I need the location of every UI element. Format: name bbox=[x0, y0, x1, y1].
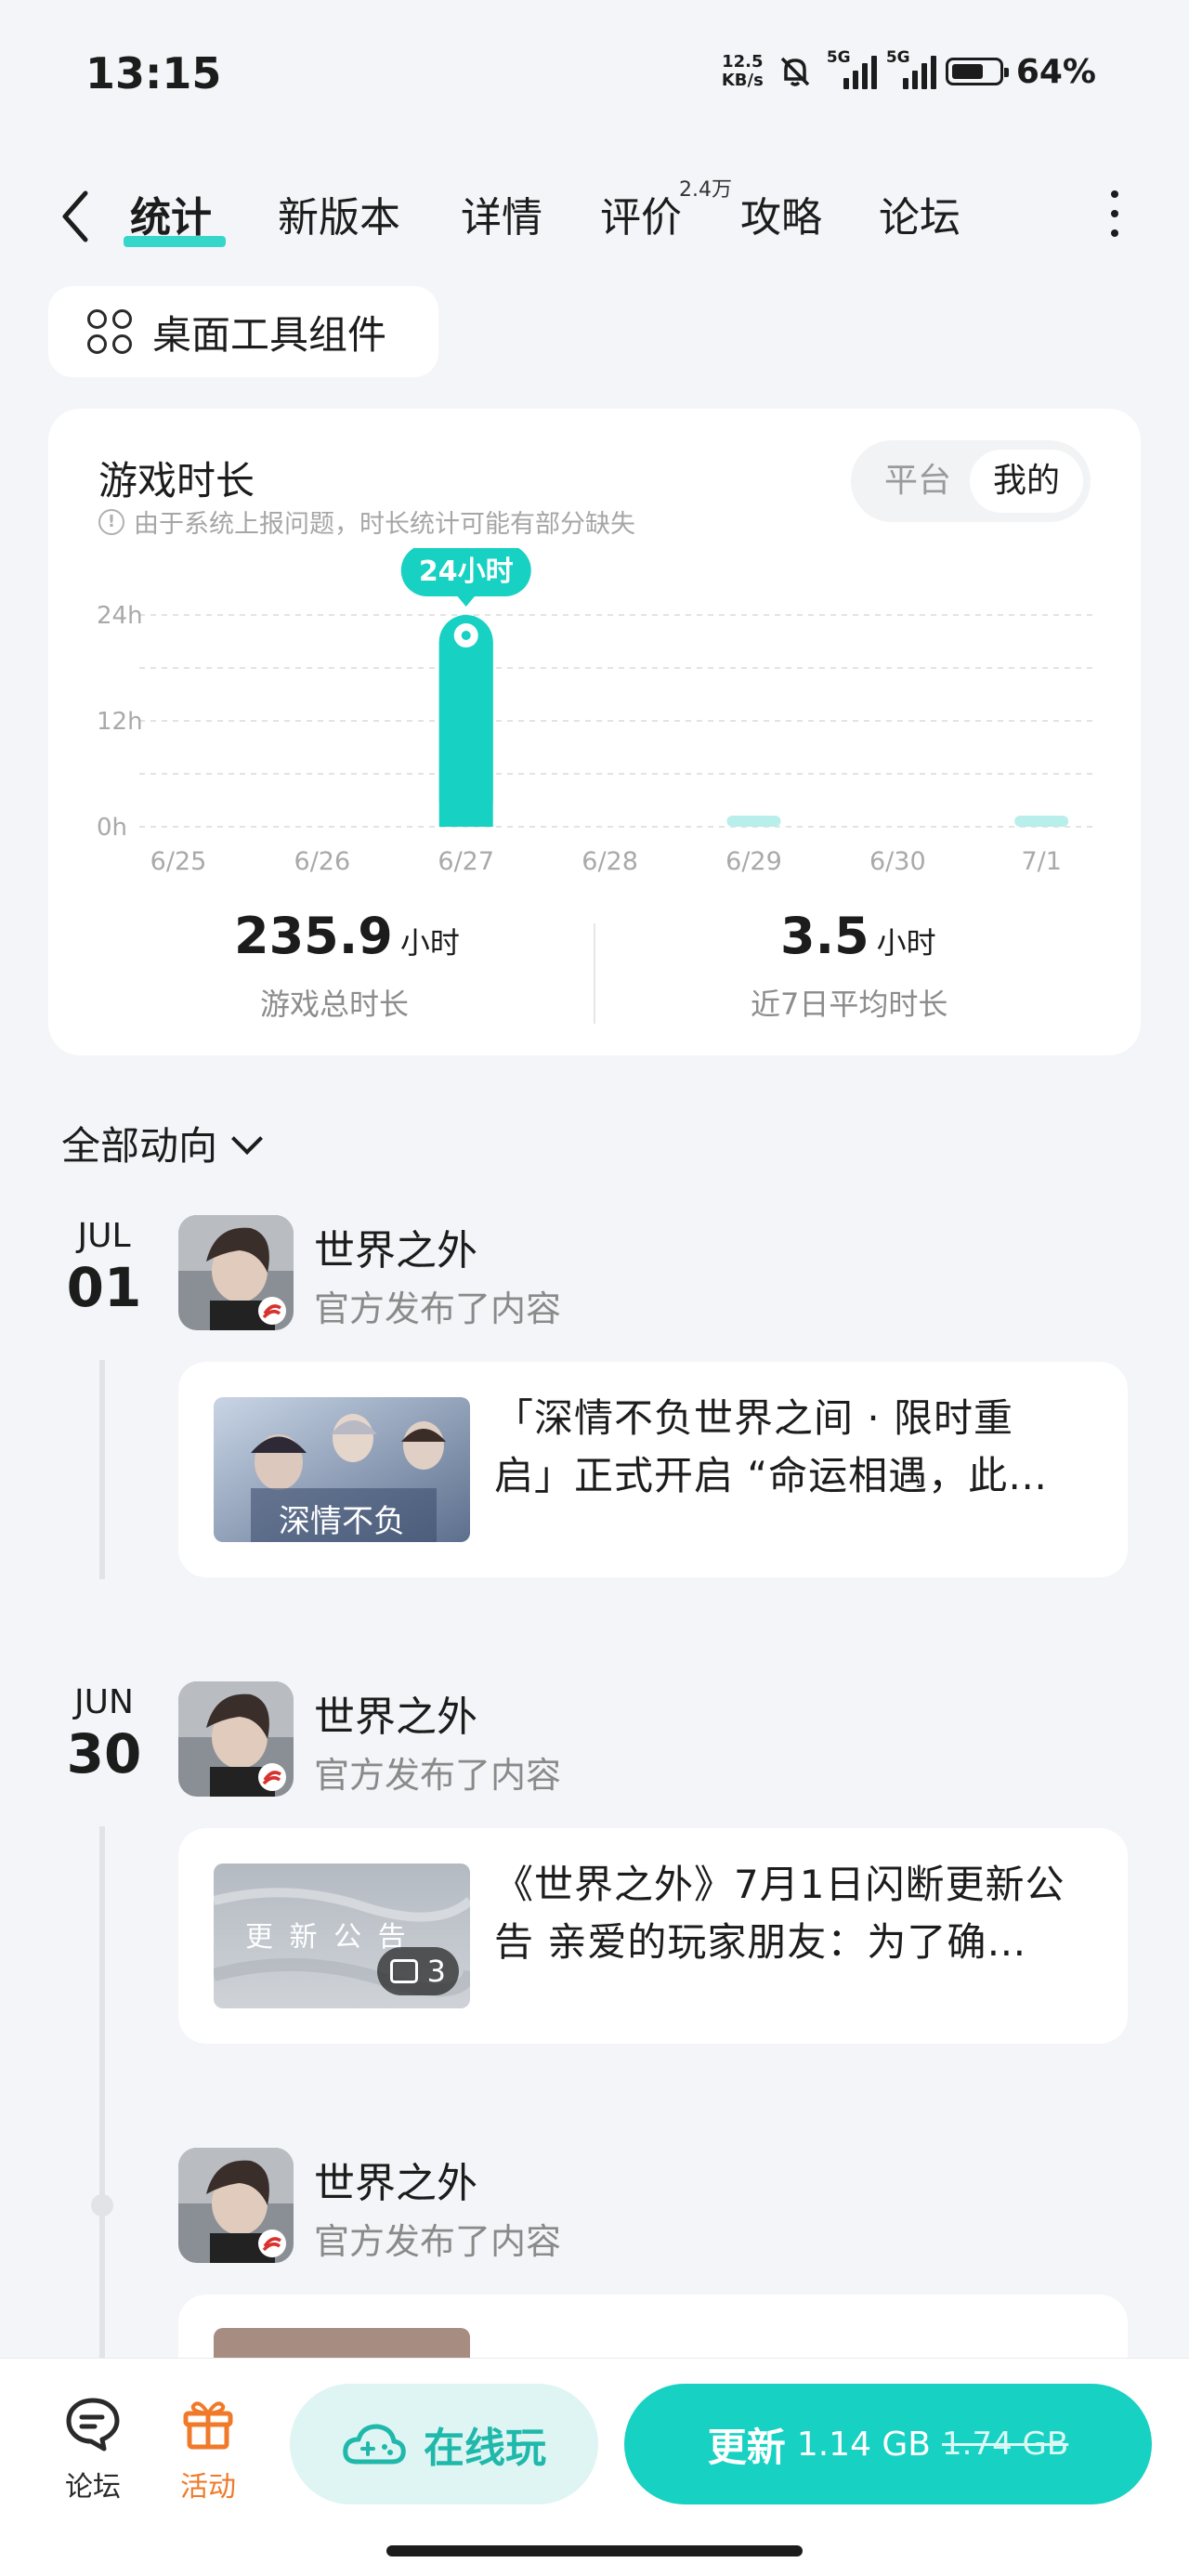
nav-activity-label: 活动 bbox=[180, 2471, 236, 2504]
y-tick-label: 12h bbox=[97, 708, 143, 736]
desktop-widget-button[interactable]: 桌面工具组件 bbox=[48, 286, 438, 377]
avg-playtime: 3.5 小时 bbox=[780, 907, 936, 965]
info-icon: ! bbox=[98, 508, 124, 535]
publisher-badge-icon bbox=[258, 2229, 286, 2257]
post-thumbnail bbox=[214, 2328, 470, 2358]
playtime-chart: 24h 12h 0h 6/25 6/26 6/27 24小时 6/28 6/29 6/30 7/1 bbox=[97, 548, 1098, 876]
battery-icon bbox=[945, 58, 1009, 85]
net-speed: 12.5 KB/s bbox=[721, 52, 764, 90]
tooltip-pointer bbox=[456, 595, 476, 607]
image-icon bbox=[389, 1959, 418, 1983]
status-time: 13:15 bbox=[85, 48, 222, 98]
total-playtime-value: 235.9 bbox=[234, 907, 393, 965]
entry-name[interactable]: 世界之外 bbox=[314, 2150, 477, 2209]
timeline-line bbox=[99, 1360, 105, 1579]
battery-percent: 64% bbox=[1015, 52, 1096, 91]
entry-day: 01 bbox=[66, 1256, 142, 1319]
toggle-mine[interactable]: 我的 bbox=[970, 450, 1083, 513]
status-icons: 12.5 KB/s 5G 5G 64% bbox=[721, 48, 1096, 93]
feed-filter-dropdown[interactable]: 全部动向 bbox=[61, 1115, 263, 1171]
total-playtime: 235.9 小时 bbox=[234, 907, 460, 965]
bar bbox=[726, 816, 781, 827]
post-thumbnail: 更 新 公 告 3 bbox=[214, 1863, 470, 2008]
post-card[interactable]: 深情不负 「深情不负世界之间 · 限时重 启」正式开启 “命运相遇，此… bbox=[178, 1362, 1128, 1577]
signal-sim1-icon: 5G bbox=[827, 48, 877, 89]
chevron-down-icon bbox=[231, 1122, 263, 1155]
publisher-badge-icon bbox=[258, 1297, 286, 1325]
x-tick-label: 6/28 bbox=[581, 847, 638, 876]
post-text: 「深情不负世界之间 · 限时重 启」正式开启 “命运相遇，此… bbox=[494, 1395, 1049, 1498]
toggle-platform[interactable]: 平台 bbox=[864, 450, 972, 513]
image-count-badge: 3 bbox=[376, 1947, 459, 1995]
avg-playtime-unit: 小时 bbox=[876, 925, 936, 961]
entry-sub: 官方发布了内容 bbox=[314, 1755, 562, 1796]
forum-chat-icon bbox=[66, 2398, 120, 2452]
y-tick-label: 24h bbox=[97, 602, 143, 630]
stat-divider bbox=[594, 923, 595, 1024]
playtime-note: ! 由于系统上报问题，时长统计可能有部分缺失 bbox=[98, 503, 635, 540]
post-card[interactable]: 更 新 公 告 3 《世界之外》7月1日闪断更新公 告 亲爱的玩家朋友：为了确… bbox=[178, 1828, 1128, 2044]
back-arrow-icon[interactable] bbox=[52, 184, 98, 249]
y-tick-label: 0h bbox=[97, 814, 127, 842]
bar bbox=[1014, 816, 1069, 827]
tab-forum[interactable]: 论坛 bbox=[879, 184, 960, 243]
thumb-caption: 更 新 公 告 bbox=[245, 1921, 410, 1954]
timeline-line bbox=[99, 1826, 105, 2358]
tab-stats[interactable]: 统计 bbox=[130, 184, 212, 243]
x-tick-label: 6/26 bbox=[294, 847, 351, 876]
thumb-caption: 深情不负 bbox=[279, 1503, 405, 1540]
post-card[interactable] bbox=[178, 2295, 1128, 2358]
update-old-size: 1.74 GB bbox=[942, 2426, 1069, 2463]
gift-icon bbox=[183, 2401, 233, 2450]
x-tick-label: 6/30 bbox=[869, 847, 926, 876]
update-label: 更新 bbox=[707, 2424, 786, 2470]
total-playtime-label: 游戏总时长 bbox=[260, 987, 410, 1022]
avg-playtime-value: 3.5 bbox=[780, 907, 869, 965]
entry-name[interactable]: 世界之外 bbox=[314, 1683, 477, 1743]
x-tick-label: 6/25 bbox=[150, 847, 207, 876]
more-menu-icon[interactable] bbox=[1105, 190, 1124, 237]
gamepad-cloud-icon bbox=[343, 2424, 406, 2465]
review-count: 2.4万 bbox=[679, 178, 732, 202]
entry-month: JUN bbox=[74, 1683, 134, 1721]
nav-forum[interactable] bbox=[63, 2395, 123, 2458]
total-playtime-unit: 小时 bbox=[399, 925, 460, 961]
avg-playtime-label: 近7日平均时长 bbox=[751, 987, 948, 1022]
nav-forum-label: 论坛 bbox=[65, 2471, 121, 2504]
tab-details[interactable]: 详情 bbox=[461, 184, 542, 243]
publisher-badge-icon bbox=[258, 1763, 286, 1791]
tab-new-version[interactable]: 新版本 bbox=[278, 184, 400, 243]
nav-activity[interactable] bbox=[178, 2393, 238, 2456]
x-tick-label: 6/29 bbox=[725, 847, 782, 876]
tooltip-label: 24小时 bbox=[419, 556, 514, 588]
bar-marker-dot bbox=[461, 631, 471, 640]
signal-sim2-icon: 5G bbox=[886, 48, 936, 89]
timeline-dot bbox=[91, 2194, 113, 2216]
feed-filter-label: 全部动向 bbox=[61, 1123, 218, 1169]
update-size: 1.14 GB bbox=[796, 2425, 932, 2464]
entry-sub: 官方发布了内容 bbox=[314, 2221, 562, 2262]
home-indicator[interactable] bbox=[386, 2545, 803, 2556]
tab-guides[interactable]: 攻略 bbox=[740, 184, 822, 243]
tab-reviews[interactable]: 评价 bbox=[600, 184, 682, 243]
update-button[interactable]: 更新 1.14 GB 1.74 GB bbox=[624, 2384, 1152, 2504]
post-thumbnail: 深情不负 bbox=[214, 1397, 470, 1542]
entry-day: 30 bbox=[66, 1722, 142, 1785]
x-tick-label: 6/27 bbox=[438, 847, 494, 876]
play-online-button[interactable]: 在线玩 bbox=[290, 2384, 598, 2504]
bar bbox=[438, 641, 493, 827]
play-online-label: 在线玩 bbox=[424, 2425, 546, 2472]
entry-sub: 官方发布了内容 bbox=[314, 1288, 562, 1329]
x-tick-label: 7/1 bbox=[1021, 847, 1061, 876]
widgets-icon bbox=[87, 309, 132, 354]
entry-month: JUL bbox=[77, 1217, 131, 1255]
desktop-widget-label: 桌面工具组件 bbox=[152, 311, 387, 358]
mute-bell-icon bbox=[780, 57, 810, 86]
playtime-title: 游戏时长 bbox=[98, 458, 255, 503]
entry-name[interactable]: 世界之外 bbox=[314, 1217, 477, 1276]
post-text: 《世界之外》7月1日闪断更新公 告 亲爱的玩家朋友：为了确… bbox=[494, 1862, 1065, 1965]
playtime-note-text: 由于系统上报问题，时长统计可能有部分缺失 bbox=[134, 510, 635, 539]
